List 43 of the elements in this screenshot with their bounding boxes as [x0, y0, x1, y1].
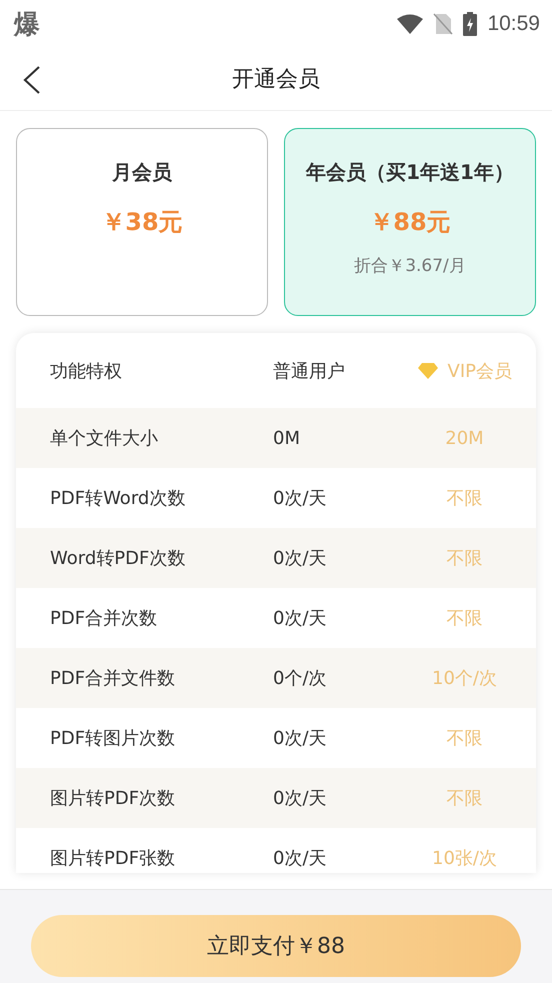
table-cell-text: 10张/次: [432, 847, 497, 870]
plan-card[interactable]: 月会员 ￥38元: [16, 128, 268, 316]
table-cell-text: PDF合并次数: [50, 607, 158, 630]
table-cell-text: 不限: [446, 787, 482, 810]
plan-name: 年会员（买1年送1年）: [306, 159, 514, 186]
no-sim-icon: [433, 13, 454, 35]
table-cell-text: PDF转Word次数: [50, 487, 186, 510]
table-cell-text: 0M: [273, 428, 301, 448]
page-title: 开通会员: [232, 66, 320, 94]
column-header: 功能特权: [50, 360, 123, 382]
table-cell-text: PDF合并文件数: [50, 667, 176, 690]
plan-card[interactable]: 年会员（买1年送1年） ￥88元 折合￥3.67/月: [284, 128, 536, 316]
plan-name: 月会员: [112, 159, 172, 186]
diamond-icon: [418, 362, 438, 378]
table-cell-text: 图片转PDF张数: [50, 847, 176, 870]
table-cell-text: 10个/次: [432, 667, 497, 690]
clock-time: 10:59: [487, 12, 540, 36]
pay-button[interactable]: 立即支付￥88: [31, 914, 521, 976]
table-cell-text: 不限: [446, 607, 482, 630]
table-cell-text: 0个/次: [273, 667, 328, 690]
table-cell-text: Word转PDF次数: [50, 547, 186, 570]
table-cell-text: 不限: [446, 547, 482, 570]
table-cell-text: 不限: [446, 727, 482, 750]
monthly-price-note: 折合￥3.67/月: [354, 255, 466, 277]
table-cell-text: 单个文件大小: [50, 427, 159, 450]
table-cell-text: 0次/天: [273, 847, 328, 870]
table-cell-text: 0次/天: [273, 607, 328, 630]
wifi-icon: [397, 14, 424, 34]
app-notification-icon: 爆: [14, 6, 40, 42]
table-cell-text: PDF转图片次数: [50, 727, 176, 750]
table-cell: 20M: [445, 428, 484, 448]
table-cell-text: 0次/天: [273, 727, 328, 750]
plan-price: ￥88元: [369, 207, 451, 238]
table-cell-text: 不限: [446, 487, 482, 510]
column-header: VIP会员: [448, 360, 512, 382]
back-icon[interactable]: [22, 66, 42, 94]
plan-price: ￥38元: [101, 207, 183, 238]
column-header: 普通用户: [273, 360, 346, 382]
table-cell-text: 0次/天: [273, 787, 328, 810]
table-cell-text: 0次/天: [273, 487, 328, 510]
battery-charging-icon: [463, 12, 478, 36]
table-cell-text: 图片转PDF次数: [50, 787, 176, 810]
table-cell-text: 0次/天: [273, 547, 328, 570]
